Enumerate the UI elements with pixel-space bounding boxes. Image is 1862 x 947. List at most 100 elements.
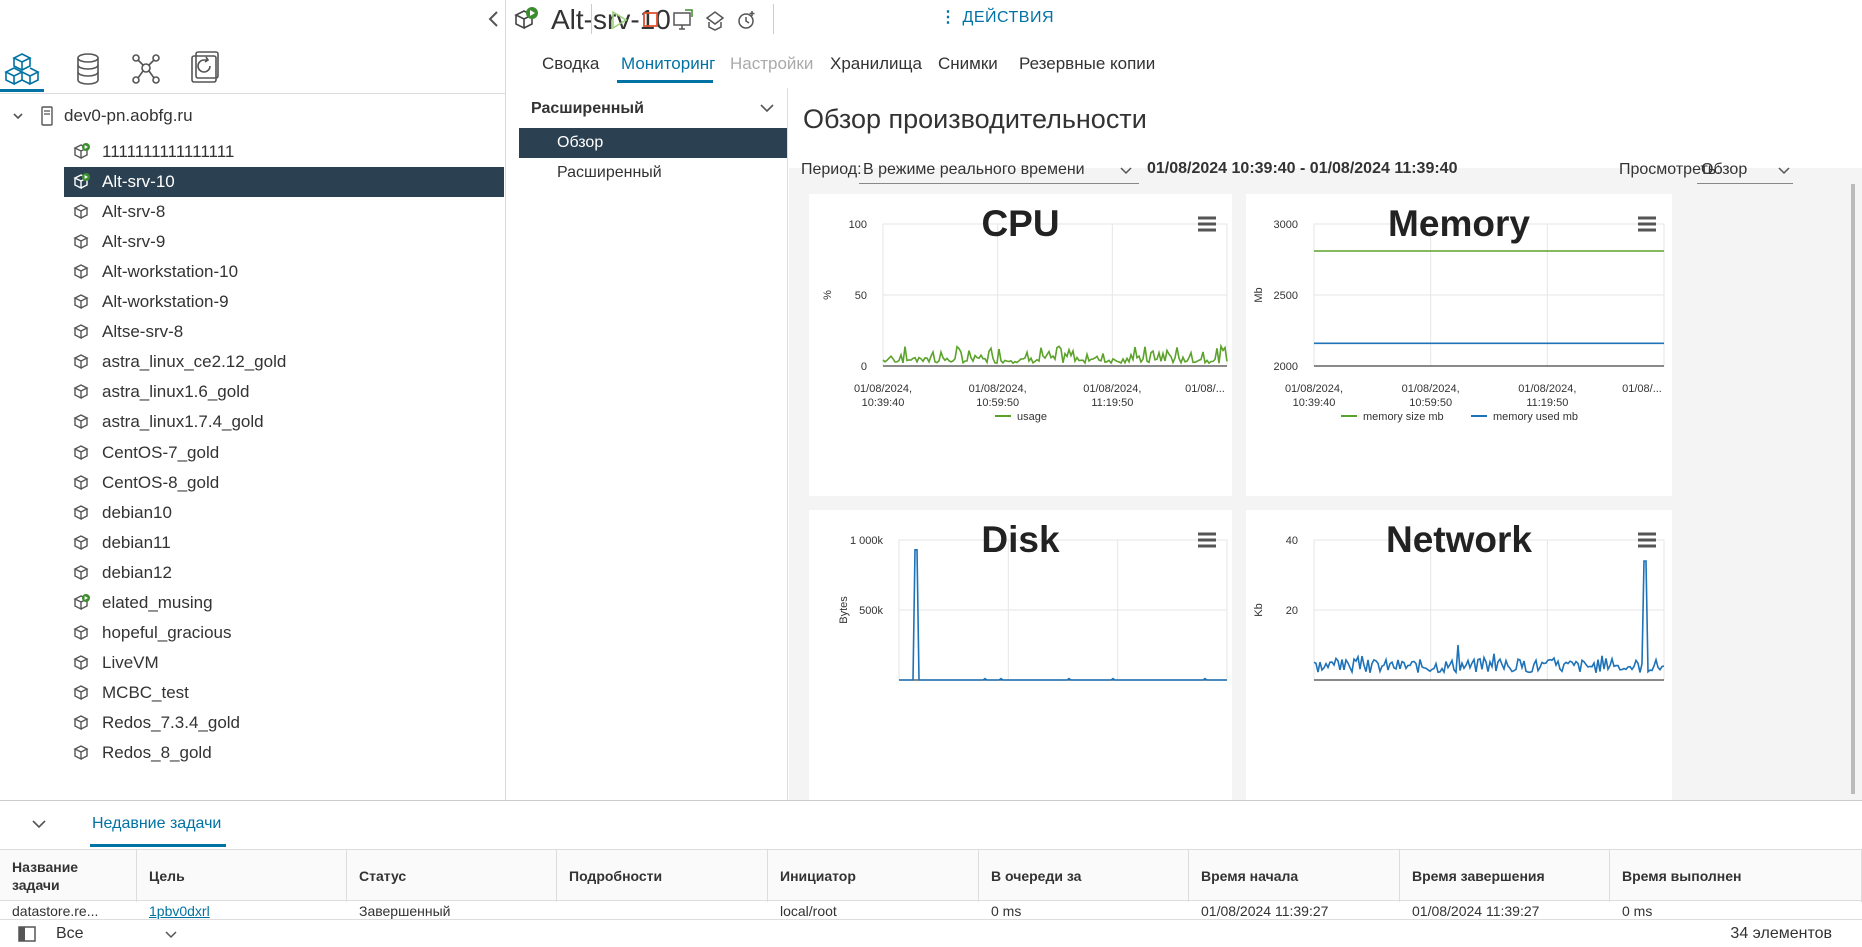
y-axis-label: Mb [1253, 287, 1265, 302]
vm-tree-item[interactable]: CentOS-7_gold [64, 438, 504, 468]
column-header[interactable]: Название задачи [0, 850, 137, 902]
host-tree-node[interactable]: dev0-pn.aobfg.ru [0, 102, 506, 130]
y-tick-label: 20 [1286, 605, 1298, 617]
backup-tab[interactable] [182, 48, 226, 92]
vm-tree-item[interactable]: hopeful_gracious [64, 618, 504, 648]
vm-label: CentOS-7_gold [102, 442, 220, 462]
vm-tree-item[interactable]: astra_linux_ce2.12_gold [64, 347, 504, 377]
vms-and-templates-tab[interactable] [0, 48, 44, 92]
snapshot-button[interactable] [735, 8, 759, 32]
vm-tree-item[interactable]: astra_linux1.7.4_gold [64, 407, 504, 437]
vm-tree-item[interactable]: Alt-workstation-9 [64, 287, 504, 317]
column-header[interactable]: Подробности [557, 850, 768, 902]
vm-tree-item[interactable]: MCBC_test [64, 678, 504, 708]
table-cell: Завершенный [359, 903, 451, 919]
database-icon [77, 53, 99, 85]
tasks-footer: Все 34 элементов [0, 919, 1862, 947]
open-console-button[interactable] [671, 8, 695, 32]
actions-menu-button[interactable]: ⋮ ДЕЙСТВИЯ [940, 8, 1054, 28]
vm-icon [73, 234, 89, 250]
vm-tree-item[interactable]: elated_musing [64, 588, 504, 618]
legend-entry: memory used mb [1471, 411, 1578, 423]
vm-tree-item[interactable]: Alt-srv-9 [64, 227, 504, 257]
vm-tree-item[interactable]: LiveVM [64, 648, 504, 678]
vm-tree-item[interactable]: Redos_7.3.4_gold [64, 708, 504, 738]
performance-panel: Обзор производительности Период: В режим… [789, 88, 1862, 800]
submenu-item-advanced[interactable]: Расширенный [519, 158, 787, 188]
table-row[interactable]: datastore.re... 1pbv0dxrl Завершенный local… [0, 901, 1862, 919]
chart-menu-button[interactable] [1196, 214, 1218, 234]
table-cell: 0 ms [1622, 903, 1653, 919]
vm-icon [73, 444, 89, 460]
chevron-down-icon [760, 104, 774, 113]
network-chart-card: 40 20 Kb Network [1246, 510, 1672, 800]
power-on-button[interactable] [607, 8, 631, 32]
svg-text:memory used mb: memory used mb [1493, 411, 1578, 423]
column-header[interactable]: Время завершения [1400, 850, 1610, 902]
column-header[interactable]: Статус [347, 850, 557, 902]
storage-tab[interactable] [66, 48, 110, 92]
network-tab[interactable] [124, 48, 168, 92]
vm-tree-item[interactable]: debian10 [64, 498, 504, 528]
submenu-item-overview[interactable]: Обзор [519, 128, 787, 158]
migrate-button[interactable] [703, 8, 727, 32]
column-header-label: В очереди за [991, 868, 1082, 884]
vm-label: LiveVM [102, 652, 159, 672]
vm-icon [73, 564, 89, 580]
vm-label: MCBC_test [102, 682, 189, 702]
tab-backups[interactable]: Резервные копии [1019, 52, 1155, 76]
column-header-label: Подробности [569, 868, 663, 884]
chart-title: Network [1386, 519, 1532, 560]
table-cell[interactable]: 1pbv0dxrl [137, 903, 210, 919]
submenu-collapse-button[interactable] [759, 100, 775, 116]
view-select[interactable]: Обзор [1697, 158, 1793, 184]
column-header[interactable]: Инициатор [768, 850, 979, 902]
vm-tree-item[interactable]: Alt-srv-8 [64, 197, 504, 227]
vm-icon [73, 685, 89, 701]
host-icon [41, 106, 53, 126]
vm-tree-item[interactable]: Alt-srv-10 [64, 167, 504, 198]
tab-summary[interactable]: Сводка [542, 52, 599, 76]
vm-running-icon [73, 143, 90, 160]
tab-snapshots[interactable]: Снимки [938, 52, 998, 76]
collapse-tasks-button[interactable] [30, 815, 48, 833]
period-label: Период: [801, 161, 862, 178]
svg-text:01/08/...: 01/08/... [1185, 383, 1225, 395]
vm-tree-item[interactable]: Alt-workstation-10 [64, 257, 504, 287]
vm-icon [73, 625, 89, 640]
chart-menu-button[interactable] [1636, 214, 1658, 234]
vm-tree-item[interactable]: debian12 [64, 558, 504, 588]
column-header[interactable]: Цель [137, 850, 347, 902]
vm-tree-item[interactable]: Altse-srv-8 [64, 317, 504, 347]
vm-tree-item[interactable]: CentOS-8_gold [64, 468, 504, 498]
column-header[interactable]: В очереди за [979, 850, 1189, 902]
period-select[interactable]: В режиме реального времени [859, 158, 1139, 184]
column-header-label: Статус [359, 868, 407, 884]
inventory-nav-tabs [0, 42, 506, 94]
chart-menu-button[interactable] [1636, 530, 1658, 550]
vm-tree-item[interactable]: astra_linux1.6_gold [64, 377, 504, 407]
power-off-button[interactable] [639, 8, 663, 32]
actions-label: ДЕЙСТВИЯ [962, 9, 1055, 26]
tab-settings[interactable]: Настройки [730, 52, 813, 76]
submenu-heading: Расширенный [531, 100, 644, 117]
filter-select[interactable]: Все [56, 924, 177, 944]
vm-tree-item[interactable]: 1111111111111111 [64, 137, 504, 167]
tab-monitoring[interactable]: Мониторинг [621, 52, 715, 76]
tab-recent-tasks[interactable]: Недавние задачи [92, 813, 221, 835]
inventory-sidebar: dev0-pn.aobfg.ru 1111111111111111 Alt-srv… [0, 0, 506, 800]
tab-storage[interactable]: Хранилища [830, 52, 922, 76]
x-tick-label: 01/08/2024, 10:59:50 [1402, 383, 1460, 409]
column-header[interactable]: Время выполнен [1610, 850, 1862, 902]
chevron-down-icon [32, 820, 46, 829]
y-axis-label: Kb [1253, 603, 1265, 616]
column-header[interactable]: Время начала [1189, 850, 1400, 902]
collapse-sidebar-button[interactable] [484, 8, 504, 30]
vm-tree-item[interactable]: debian11 [64, 528, 504, 558]
vm-tree-item[interactable]: Redos_8_gold [64, 738, 504, 768]
vertical-scrollbar[interactable] [1851, 184, 1855, 794]
kebab-icon: ⋮ [940, 9, 957, 26]
table-cell: 01/08/2024 11:39:27 [1412, 903, 1540, 919]
chart-menu-button[interactable] [1196, 530, 1218, 550]
vm-label: hopeful_gracious [102, 622, 232, 642]
